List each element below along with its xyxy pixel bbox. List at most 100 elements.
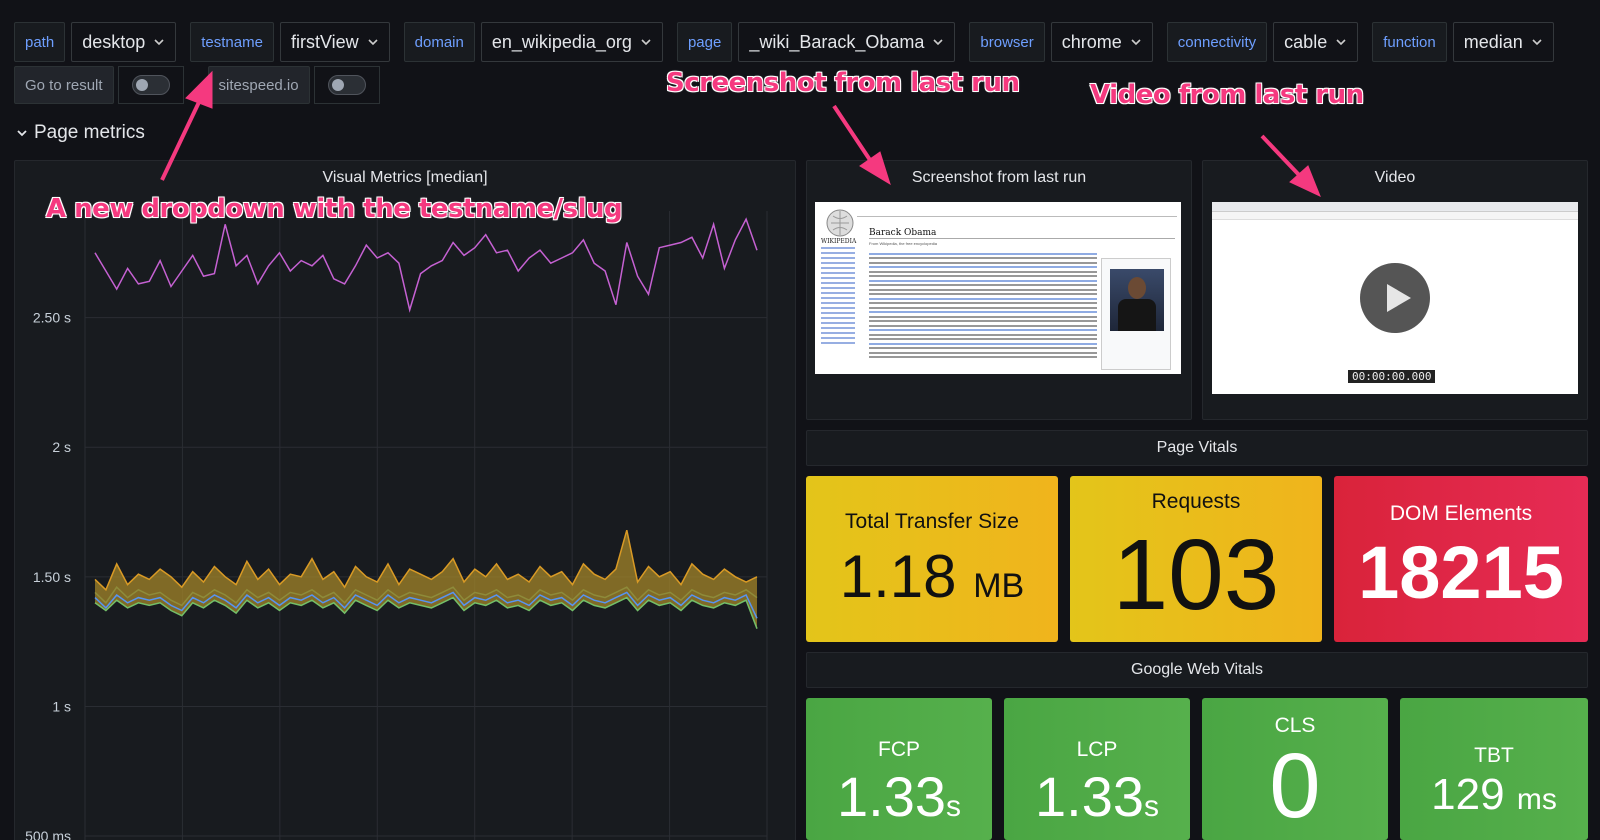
wiki-sidebar bbox=[821, 244, 855, 347]
var-label-function: function bbox=[1372, 22, 1447, 62]
variable-bar: path desktop testname firstView domain e… bbox=[14, 22, 1554, 62]
video-browser-chrome bbox=[1212, 202, 1578, 212]
stat-label: Total Transfer Size bbox=[845, 510, 1019, 533]
row-title: Page metrics bbox=[34, 122, 145, 143]
chevron-down-icon bbox=[1131, 39, 1141, 46]
page-select[interactable]: _wiki_Barack_Obama bbox=[738, 22, 956, 62]
wikipedia-logo-icon bbox=[826, 209, 854, 237]
function-select-value: median bbox=[1463, 31, 1523, 52]
video-timecode: 00:00:00.000 bbox=[1348, 370, 1436, 383]
var-label-page: page bbox=[676, 22, 733, 62]
stat-transfer-size: Total Transfer Size 1.18 MB bbox=[806, 476, 1058, 642]
var-function: function median bbox=[1372, 22, 1554, 62]
var-path: path desktop bbox=[14, 22, 177, 62]
stat-dom-elements: DOM Elements 18215 bbox=[1334, 476, 1588, 642]
sitespeed-toggle[interactable] bbox=[327, 75, 366, 95]
sitespeed-link[interactable]: sitespeed.io bbox=[207, 66, 310, 104]
chevron-down-icon bbox=[154, 39, 164, 46]
stat-value-wrap: 129 ms bbox=[1400, 770, 1588, 820]
go-to-result-link[interactable]: Go to result bbox=[14, 66, 114, 104]
stat-requests: Requests 103 bbox=[1070, 476, 1322, 642]
stat-tbt: TBT 129 ms bbox=[1400, 698, 1588, 840]
stat-label: FCP bbox=[878, 738, 920, 761]
var-label-browser: browser bbox=[969, 22, 1045, 62]
chevron-down-icon bbox=[1336, 39, 1346, 46]
chevron-down-icon bbox=[641, 39, 651, 46]
var-browser: browser chrome bbox=[969, 22, 1153, 62]
var-connectivity: connectivity cable bbox=[1166, 22, 1359, 62]
stat-value-wrap: 1.33s bbox=[806, 764, 992, 829]
wiki-body-text bbox=[869, 250, 1097, 361]
wiki-infobox bbox=[1101, 258, 1171, 370]
annotation-screenshot: Screenshot from last run bbox=[666, 68, 1020, 98]
function-select[interactable]: median bbox=[1452, 22, 1554, 62]
series-line-0 bbox=[94, 217, 758, 313]
wiki-divider bbox=[869, 238, 1175, 239]
screenshot-panel-title: Screenshot from last run bbox=[911, 169, 1087, 186]
browser-select[interactable]: chrome bbox=[1050, 22, 1153, 62]
testname-select-value: firstView bbox=[290, 31, 359, 52]
connectivity-select[interactable]: cable bbox=[1273, 22, 1359, 62]
wiki-article-title: Barack Obama bbox=[869, 228, 937, 238]
stat-unit: s bbox=[946, 790, 961, 823]
go-to-result-toggle[interactable] bbox=[131, 75, 170, 95]
video-panel-title: Video bbox=[1374, 169, 1416, 186]
y-tick-label: 1 s bbox=[52, 698, 71, 714]
visual-metrics-chart: 500 ms 1 s 1.50 s 2 s 2.50 s bbox=[25, 211, 768, 840]
web-vitals-title: Google Web Vitals bbox=[1131, 661, 1263, 678]
stat-label: LCP bbox=[1076, 738, 1118, 761]
series-area-fill bbox=[95, 530, 757, 629]
visual-metrics-panel: Visual Metrics [median] 500 ms 1 s 1.50 s2… bbox=[14, 160, 796, 840]
sitespeed-toggle-box bbox=[313, 66, 380, 104]
chevron-down-icon bbox=[368, 39, 378, 46]
path-select[interactable]: desktop bbox=[71, 22, 177, 62]
stat-label: Requests bbox=[1151, 490, 1241, 513]
play-icon[interactable] bbox=[1359, 262, 1431, 334]
connectivity-select-value: cable bbox=[1284, 31, 1328, 52]
y-tick-label: 2.50 s bbox=[33, 310, 71, 326]
stat-unit: s bbox=[1144, 790, 1159, 823]
stat-unit: MB bbox=[973, 567, 1025, 605]
row-header-page-metrics[interactable]: Page metrics bbox=[16, 122, 145, 144]
domain-select[interactable]: en_wikipedia_org bbox=[480, 22, 663, 62]
var-domain: domain en_wikipedia_org bbox=[403, 22, 663, 62]
page-vitals-header: Page Vitals bbox=[806, 430, 1588, 466]
stat-value: 129 bbox=[1431, 770, 1505, 819]
stat-value: 18215 bbox=[1358, 531, 1564, 614]
stat-value: 1.33 bbox=[1035, 765, 1144, 828]
stat-label: DOM Elements bbox=[1389, 502, 1533, 525]
chevron-down-icon bbox=[17, 130, 27, 137]
stat-lcp: LCP 1.33s bbox=[1004, 698, 1190, 840]
video-player[interactable]: 00:00:00.000 bbox=[1212, 202, 1578, 394]
chevron-down-icon bbox=[933, 39, 943, 46]
page-vitals-title: Page Vitals bbox=[1156, 439, 1238, 456]
obama-portrait-image bbox=[1110, 269, 1164, 331]
var-testname: testname firstView bbox=[190, 22, 390, 62]
page-select-value: _wiki_Barack_Obama bbox=[749, 31, 925, 52]
testname-select[interactable]: firstView bbox=[279, 22, 390, 62]
stat-label: TBT bbox=[1474, 744, 1514, 767]
wiki-tab-divider bbox=[857, 216, 1177, 217]
stat-value: 103 bbox=[1112, 519, 1280, 631]
video-address-bar bbox=[1212, 212, 1578, 220]
annotation-dropdown: A new dropdown with the testname/slug bbox=[46, 194, 623, 224]
stat-value: 1.18 bbox=[839, 543, 957, 610]
path-select-value: desktop bbox=[82, 31, 146, 52]
stat-value-wrap: 1.18 MB bbox=[806, 542, 1058, 611]
var-page: page _wiki_Barack_Obama bbox=[676, 22, 956, 62]
browser-select-value: chrome bbox=[1061, 31, 1122, 52]
annotation-video: Video from last run bbox=[1090, 80, 1364, 110]
chevron-down-icon bbox=[1532, 39, 1542, 46]
var-label-path: path bbox=[14, 22, 66, 62]
var-label-domain: domain bbox=[403, 22, 475, 62]
stat-cls: CLS 0 bbox=[1202, 698, 1388, 840]
go-to-result-toggle-box bbox=[117, 66, 184, 104]
stat-unit: ms bbox=[1516, 783, 1557, 816]
y-tick-label: 500 ms bbox=[25, 828, 71, 840]
stat-value: 1.33 bbox=[837, 765, 946, 828]
link-row: Go to result sitespeed.io bbox=[14, 66, 380, 104]
domain-select-value: en_wikipedia_org bbox=[491, 31, 632, 52]
stat-value-wrap: 1.33s bbox=[1004, 764, 1190, 829]
y-tick-label: 2 s bbox=[52, 439, 71, 455]
stat-value: 0 bbox=[1269, 735, 1321, 837]
